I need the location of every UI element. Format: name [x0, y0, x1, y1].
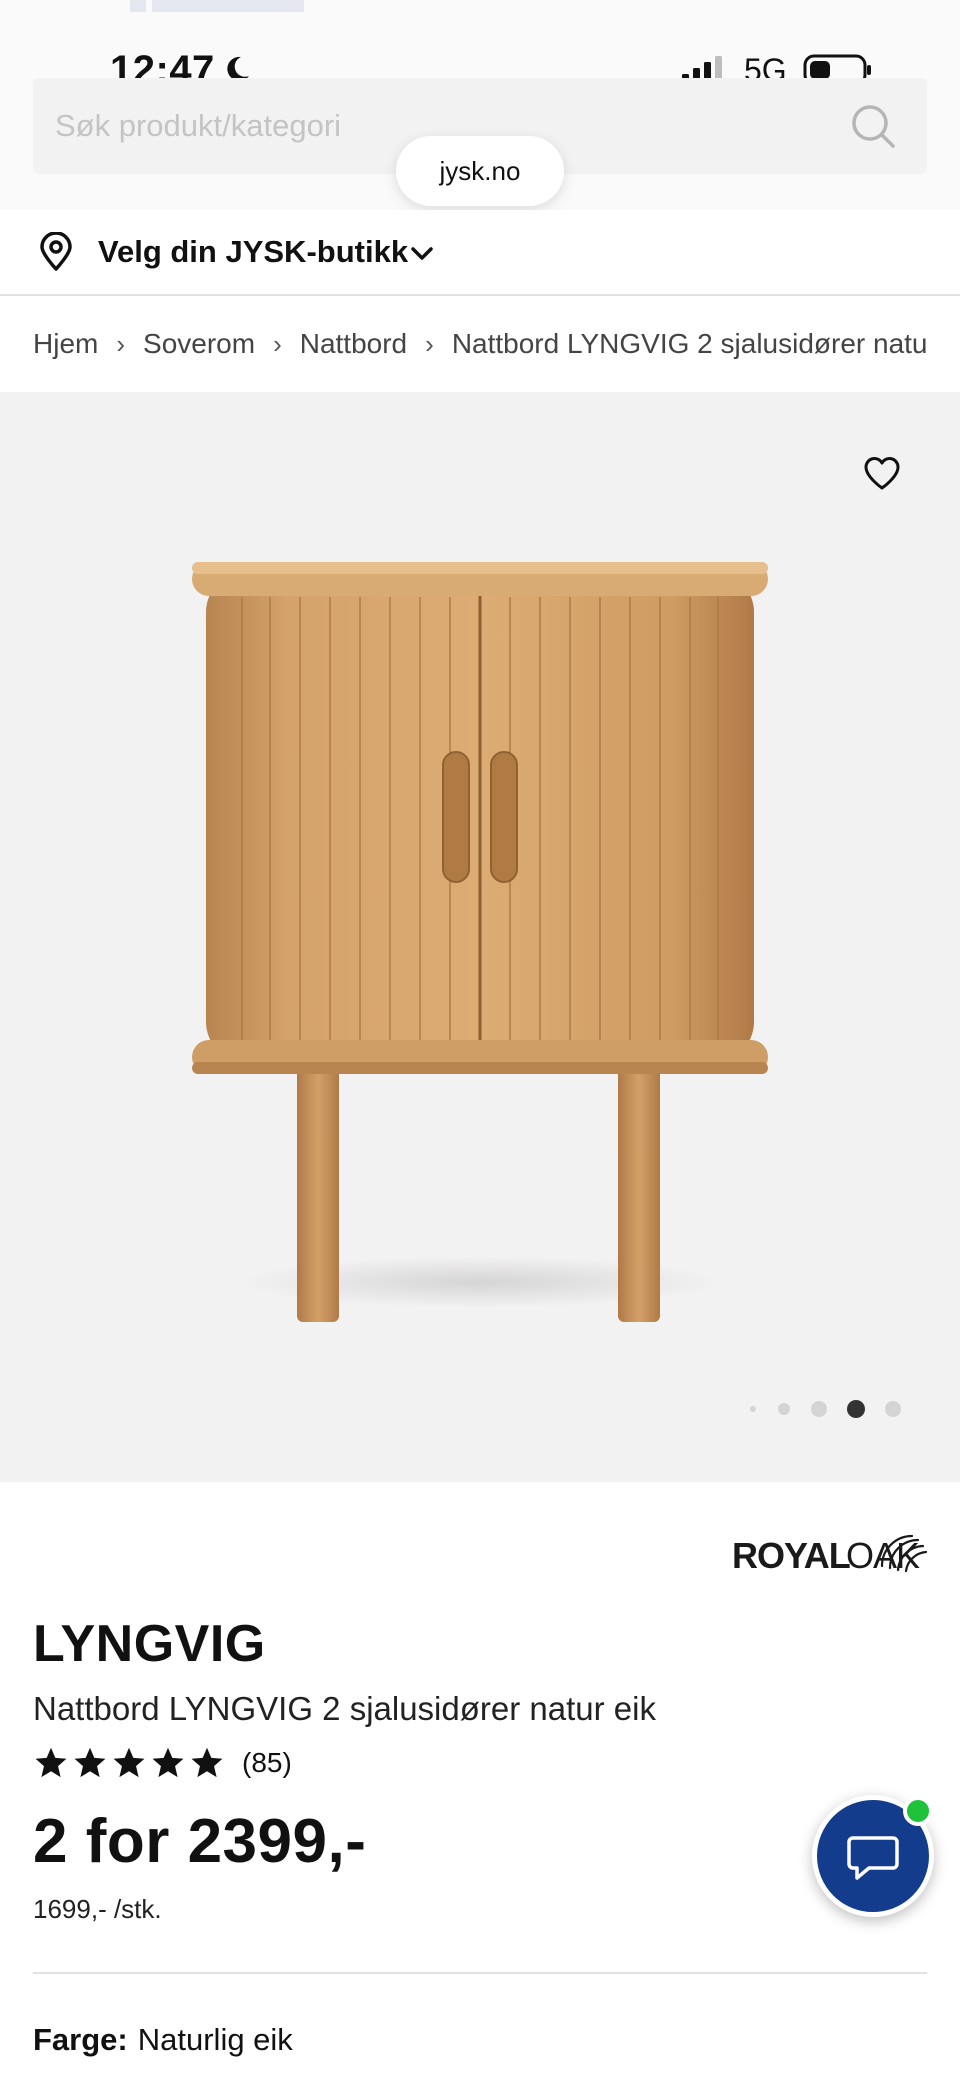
search-icon[interactable]	[849, 102, 897, 150]
breadcrumb-item-current: Nattbord LYNGVIG 2 sjalusidører natur ei…	[451, 328, 927, 359]
svg-text:ROYAL: ROYAL	[732, 1535, 850, 1576]
gallery-dot[interactable]	[778, 1403, 790, 1415]
browser-tab-strip	[130, 0, 305, 12]
online-status-dot	[903, 1796, 933, 1826]
search-input[interactable]: Søk produkt/kategori	[55, 108, 341, 144]
star-icon	[191, 1747, 223, 1778]
gallery-pagination[interactable]	[730, 1397, 901, 1421]
star-rating	[33, 1745, 228, 1781]
product-description: Nattbord LYNGVIG 2 sjalusidører natur ei…	[33, 1690, 656, 1727]
tab-indicator	[130, 0, 146, 12]
pin-icon	[40, 232, 72, 271]
breadcrumb-item-soverom[interactable]: Soverom	[143, 328, 255, 360]
store-selector-label[interactable]: Velg din JYSK-butikk	[98, 234, 408, 270]
chat-icon[interactable]	[845, 1828, 901, 1884]
star-icon	[35, 1747, 67, 1778]
product-name: LYNGVIG	[33, 1615, 266, 1673]
gallery-dot[interactable]	[885, 1401, 901, 1417]
breadcrumb-separator: ›	[425, 328, 434, 359]
star-icon	[152, 1747, 184, 1778]
breadcrumb-item-home[interactable]: Hjem	[33, 328, 98, 360]
color-label: Farge:	[33, 2022, 128, 2057]
product-image[interactable]	[180, 522, 780, 1342]
chat-button[interactable]	[812, 1795, 934, 1917]
product-gallery[interactable]	[0, 392, 960, 1482]
review-count[interactable]: (85)	[242, 1747, 292, 1779]
star-icon	[74, 1747, 106, 1778]
chevron-down-icon[interactable]	[408, 240, 436, 268]
heart-icon[interactable]	[862, 454, 902, 492]
divider	[33, 1972, 927, 1974]
store-selector[interactable]: Velg din JYSK-butikk	[0, 210, 960, 296]
breadcrumb-separator: ›	[116, 328, 126, 359]
breadcrumb-item-nattbord[interactable]: Nattbord	[300, 328, 407, 360]
price: 2 for 2399,-	[33, 1807, 367, 1876]
gallery-dot[interactable]	[750, 1406, 756, 1412]
url-pill[interactable]: jysk.no	[396, 136, 564, 206]
color-selector: Farge: Naturlig eik	[33, 2022, 293, 2058]
color-value: Naturlig eik	[137, 2022, 293, 2057]
gallery-dot[interactable]	[847, 1400, 865, 1418]
gallery-dot[interactable]	[811, 1401, 827, 1417]
tab-indicator	[152, 0, 304, 12]
breadcrumb-separator: ›	[273, 328, 282, 359]
rating[interactable]: (85)	[33, 1745, 292, 1781]
star-icon	[113, 1747, 145, 1778]
brand-logo[interactable]: ROYAL OAK	[730, 1510, 930, 1580]
unit-price: 1699,- /stk.	[33, 1894, 162, 1924]
breadcrumb: Hjem › Soverom › Nattbord › Nattbord LYN…	[33, 296, 927, 392]
